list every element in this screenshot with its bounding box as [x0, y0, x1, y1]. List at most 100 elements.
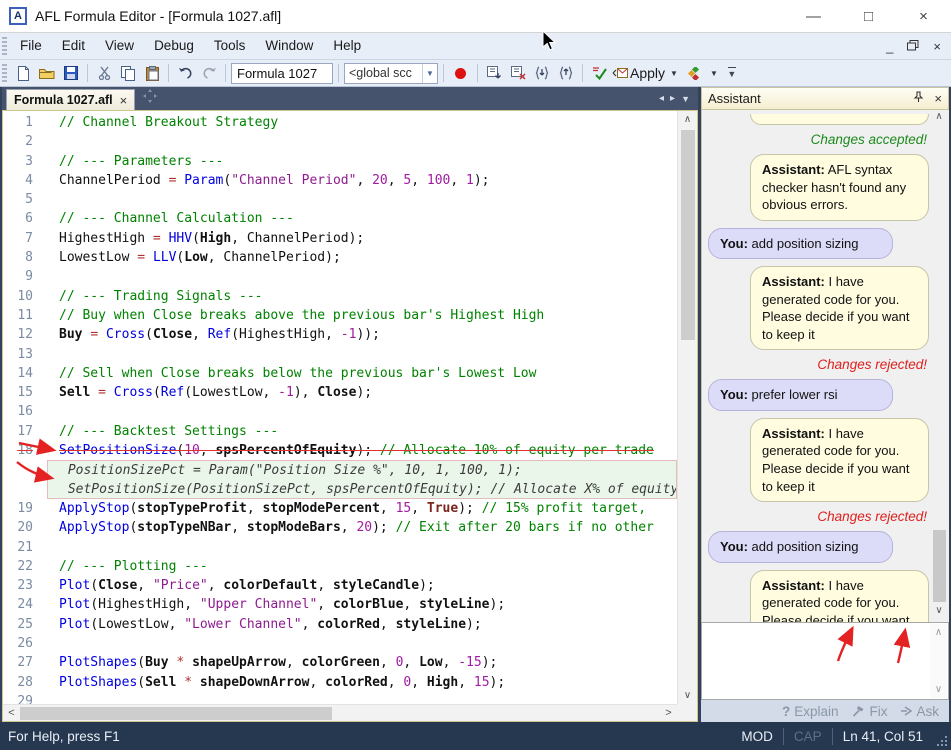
code-editor[interactable]: 1// Channel Breakout Strategy23// --- Pa… [2, 110, 698, 722]
fix-button[interactable]: Fix [852, 704, 887, 719]
toolbar-overflow-button[interactable]: ▼ [725, 67, 739, 80]
mdi-minimize-button[interactable]: _ [886, 39, 893, 54]
code-line: 3// --- Parameters --- [3, 152, 677, 171]
vertical-scrollbar-thumb[interactable] [681, 130, 695, 340]
chat-scrollbar-thumb[interactable] [933, 530, 946, 602]
step-over-icon [559, 66, 573, 80]
copy-button[interactable] [117, 62, 139, 84]
line-number: 28 [3, 673, 47, 692]
step-over-button[interactable] [555, 62, 577, 84]
menu-window[interactable]: Window [255, 34, 323, 57]
code-area[interactable]: 1// Channel Breakout Strategy23// --- Pa… [3, 113, 677, 704]
paste-button[interactable] [141, 62, 163, 84]
chat-scroll-down-icon[interactable]: ∨ [935, 605, 942, 621]
cut-button[interactable] [93, 62, 115, 84]
mdi-close-button[interactable]: × [933, 39, 941, 54]
editor-horizontal-scrollbar[interactable]: < > [3, 704, 677, 721]
pin-icon[interactable] [913, 90, 924, 108]
scrollbar-corner [677, 704, 697, 721]
scroll-left-icon[interactable]: < [3, 707, 20, 719]
code-line: 13 [3, 345, 677, 364]
scroll-up-icon[interactable]: ∧ [684, 111, 691, 128]
formula-name-input[interactable] [231, 63, 333, 84]
code-line: 29 [3, 692, 677, 704]
ask-button[interactable]: Ask [901, 704, 939, 719]
modified-indicator: MOD [731, 729, 783, 744]
snippets-button[interactable] [683, 62, 705, 84]
line-number: 9 [3, 267, 47, 286]
panel-close-icon[interactable]: × [934, 91, 942, 106]
line-number: 26 [3, 634, 47, 653]
tab-scroll-left-icon[interactable]: ◂ [659, 93, 664, 104]
code-line: 23Plot(Close, "Price", colorDefault, sty… [3, 576, 677, 595]
undo-button[interactable] [174, 62, 196, 84]
paste-icon [146, 66, 159, 81]
tab-list-dropdown-icon[interactable]: ▼ [681, 94, 690, 104]
scissors-icon [98, 66, 111, 80]
open-file-button[interactable] [36, 62, 58, 84]
save-button[interactable] [60, 62, 82, 84]
menu-help[interactable]: Help [323, 34, 371, 57]
editor-vertical-scrollbar[interactable]: ∧ ∨ [677, 111, 697, 704]
status-help-text: For Help, press F1 [0, 729, 120, 744]
menu-edit[interactable]: Edit [52, 34, 95, 57]
minimize-button[interactable]: — [786, 0, 841, 32]
chat-history[interactable]: Changes accepted!Assistant: AFL syntax c… [701, 110, 949, 622]
menubar-grip[interactable] [2, 37, 7, 55]
line-number: 6 [3, 209, 47, 228]
change-status-accepted: Changes accepted! [708, 132, 927, 147]
apply-button[interactable]: Apply ▼ [612, 65, 681, 81]
chat-scrollbar[interactable]: ∧ ∨ [930, 111, 948, 621]
line-number: 14 [3, 364, 47, 383]
toolbar-grip[interactable] [2, 64, 7, 82]
close-button[interactable]: × [896, 0, 951, 32]
menu-view[interactable]: View [95, 34, 144, 57]
insert-indicator-icon [487, 66, 502, 80]
menu-debug[interactable]: Debug [144, 34, 204, 57]
line-number: 4 [3, 171, 47, 190]
redo-button[interactable] [198, 62, 220, 84]
tab-close-icon[interactable]: × [120, 94, 128, 107]
tab-formula-1027[interactable]: Formula 1027.afl × [6, 89, 135, 110]
assistant-title: Assistant [708, 91, 761, 106]
explain-button[interactable]: ? Explain [782, 704, 839, 719]
input-scroll-down-icon[interactable]: ∨ [935, 684, 942, 695]
record-button[interactable] [455, 68, 466, 79]
scroll-right-icon[interactable]: > [660, 707, 677, 719]
step-into-button[interactable] [531, 62, 553, 84]
tab-label: Formula 1027.afl [14, 93, 113, 107]
new-file-button[interactable] [12, 62, 34, 84]
assistant-input[interactable]: ∧ ∨ [701, 622, 949, 700]
insert-indicator-button[interactable] [483, 62, 505, 84]
code-line: 20ApplyStop(stopTypeNBar, stopModeBars, … [3, 518, 677, 537]
code-line: 28PlotShapes(Sell * shapeDownArrow, colo… [3, 673, 677, 692]
scroll-down-icon[interactable]: ∨ [684, 687, 691, 704]
apply-icon [612, 67, 628, 79]
horizontal-scrollbar-thumb[interactable] [20, 707, 332, 720]
send-arrow-icon [901, 706, 912, 716]
assistant-header: Assistant × [701, 87, 949, 110]
line-number: 11 [3, 306, 47, 325]
input-scrollbar[interactable]: ∧ ∨ [930, 624, 947, 698]
chat-scroll-up-icon[interactable]: ∧ [935, 111, 942, 127]
menu-file[interactable]: File [10, 34, 52, 57]
inserted-code-line: SetPositionSize(PositionSizePct, spsPerc… [3, 480, 677, 499]
mdi-restore-button[interactable] [907, 39, 919, 54]
line-number: 7 [3, 229, 47, 248]
resize-grip[interactable] [933, 722, 951, 750]
fix-label: Fix [869, 704, 887, 719]
delete-indicator-button[interactable] [507, 62, 529, 84]
code-line: 6// --- Channel Calculation --- [3, 209, 677, 228]
input-scroll-up-icon[interactable]: ∧ [935, 627, 942, 638]
chevron-down-icon[interactable]: ▼ [422, 64, 437, 83]
snippets-dropdown-arrow[interactable]: ▼ [707, 69, 721, 78]
line-number: 18 [3, 441, 47, 460]
scope-combobox[interactable]: <global scc ▼ [344, 63, 438, 84]
check-syntax-button[interactable] [588, 62, 610, 84]
apply-dropdown-arrow[interactable]: ▼ [667, 69, 681, 78]
maximize-button[interactable]: □ [841, 0, 896, 32]
tab-scroll-right-icon[interactable]: ▸ [670, 93, 675, 104]
code-line: 18SetPositionSize(10, spsPercentOfEquity… [3, 441, 677, 460]
code-line: 22// --- Plotting --- [3, 557, 677, 576]
menu-tools[interactable]: Tools [204, 34, 256, 57]
